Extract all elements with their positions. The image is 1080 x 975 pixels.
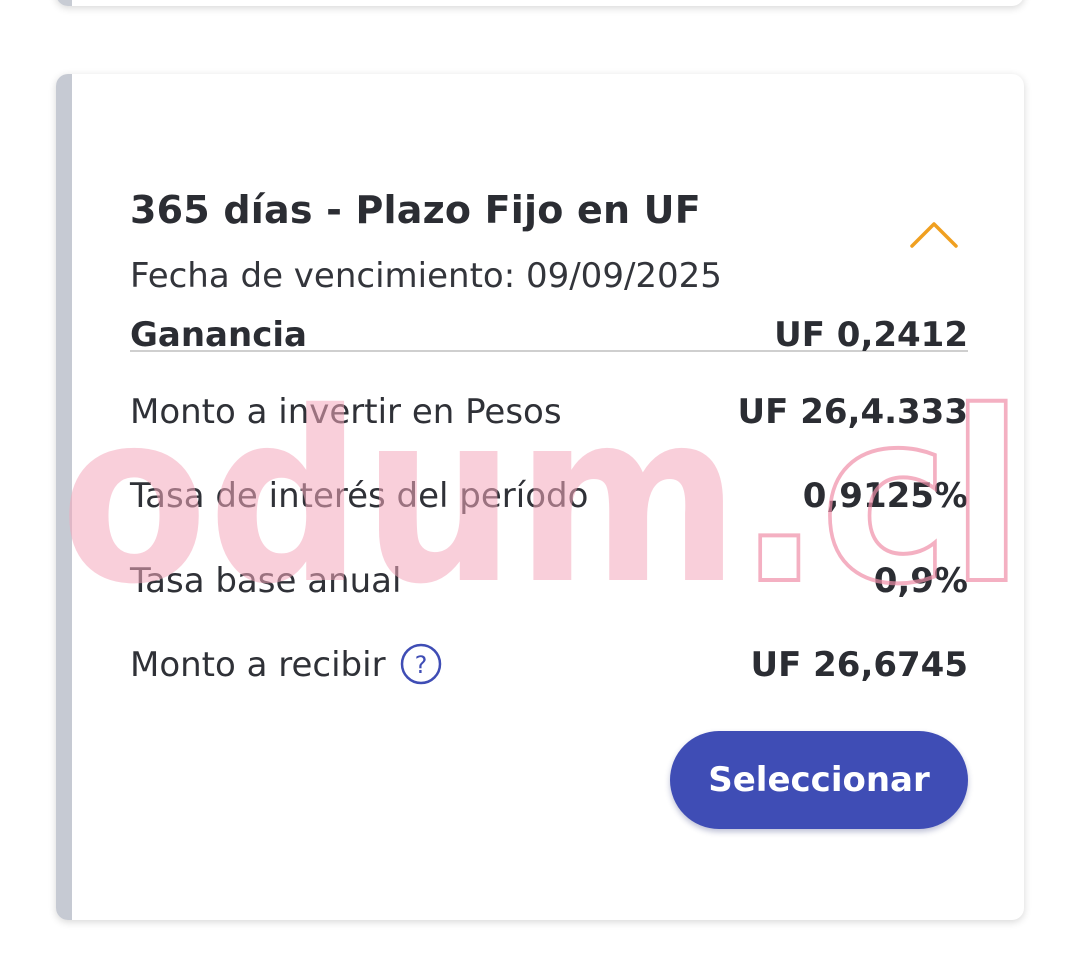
row-value: UF 26,4.333 <box>737 392 968 432</box>
help-glyph: ? <box>414 651 427 679</box>
maturity-date: Fecha de vencimiento: 09/09/2025 <box>130 256 722 296</box>
row-value: 0,9% <box>873 561 968 601</box>
row-label: Monto a invertir en Pesos <box>130 392 562 432</box>
row-value: 0,9125% <box>802 476 968 516</box>
card-accent-bar <box>56 74 72 920</box>
row-value: UF 26,6745 <box>750 645 968 685</box>
previous-card-accent-bar <box>56 0 72 6</box>
row-monto-recibir: Monto a recibir ? UF 26,6745 <box>130 637 968 693</box>
row-tasa-periodo: Tasa de interés del período 0,9125% <box>130 468 968 524</box>
row-label-wrap: Monto a recibir ? <box>130 637 442 693</box>
row-label: Tasa de interés del período <box>130 476 589 516</box>
select-button[interactable]: Seleccionar <box>670 731 968 829</box>
row-label: Ganancia <box>130 315 307 355</box>
row-label: Tasa base anual <box>130 561 402 601</box>
row-tasa-base: Tasa base anual 0,9% <box>130 553 968 609</box>
row-ganancia: Ganancia UF 0,2412 <box>130 307 968 363</box>
previous-offer-card <box>56 0 1024 6</box>
row-value: UF 0,2412 <box>774 315 968 355</box>
offer-title: 365 días - Plazo Fijo en UF <box>130 188 701 232</box>
question-circle-icon[interactable]: ? <box>400 643 442 685</box>
row-label: Monto a recibir <box>130 645 386 685</box>
deposit-offer-card: 365 días - Plazo Fijo en UF Fecha de ven… <box>56 74 1024 920</box>
row-monto-invertir: Monto a invertir en Pesos UF 26,4.333 <box>130 384 968 440</box>
chevron-up-icon[interactable] <box>906 216 962 252</box>
